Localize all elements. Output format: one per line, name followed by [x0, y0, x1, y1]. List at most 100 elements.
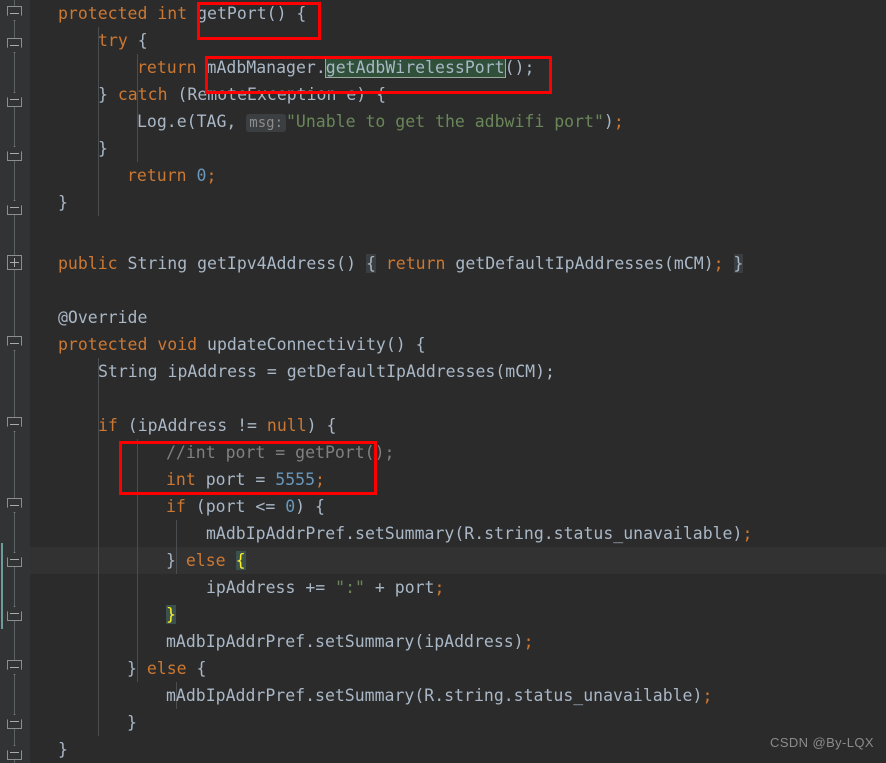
code-line: public String getIpv4Address() { return … — [58, 250, 744, 277]
token-expression: getDefaultIpAddresses(mCM) — [445, 254, 714, 273]
token-usage-highlight: getAdbWirelessPort — [324, 57, 506, 78]
fold-marker-region-end[interactable] — [7, 745, 22, 760]
caret-line-highlight — [30, 547, 886, 574]
token-keyword: void — [157, 335, 198, 354]
code-line: Log.e(TAG, msg: "Unable to get the adbwif… — [137, 108, 624, 135]
token-statement: mAdbIpAddrPref.setSummary(R.string.statu… — [206, 524, 743, 543]
token-brace: } — [98, 85, 118, 104]
token-brace-match-close: } — [733, 254, 744, 273]
token-condition-tail: ) { — [295, 497, 325, 516]
fold-marker-collapse[interactable] — [7, 417, 22, 432]
code-line: String ipAddress = getDefaultIpAddresses… — [98, 358, 555, 385]
token-statement: mAdbIpAddrPref.setSummary(R.string.statu… — [166, 686, 703, 705]
editor-text-area[interactable]: protected int getPort() { try { return m… — [30, 0, 886, 763]
code-line: } else { — [166, 547, 246, 574]
token-brace: } — [127, 713, 137, 732]
code-line: } else { — [127, 655, 207, 682]
token-brace: } — [58, 193, 68, 212]
code-line: } catch (RemoteException e) { — [98, 81, 386, 108]
token-string: "Unable to get the adbwifi port" — [286, 112, 604, 131]
token-string: ":" — [335, 578, 365, 597]
code-line: mAdbIpAddrPref.setSummary(R.string.statu… — [166, 682, 712, 709]
code-line: @Override — [58, 304, 147, 331]
fold-marker-region-end[interactable] — [7, 92, 22, 107]
code-line: protected void updateConnectivity() { — [58, 331, 426, 358]
code-line: ipAddress += ":" + port; — [206, 574, 444, 601]
code-line: protected int getPort() { — [58, 0, 306, 27]
token-method-signature: getPort() { — [197, 4, 307, 23]
code-line: return mAdbManager.getAdbWirelessPort(); — [137, 54, 534, 81]
inlay-parameter-hint: msg: — [246, 114, 286, 132]
matched-block-range-marker — [1, 543, 3, 629]
fold-gutter[interactable] — [0, 0, 30, 763]
code-line: try { — [98, 27, 148, 54]
token-comment: //int port = getPort(); — [166, 443, 395, 462]
fold-marker-region-end[interactable] — [7, 200, 22, 215]
token-statement: String ipAddress = getDefaultIpAddresses… — [98, 362, 555, 381]
code-line: } — [127, 709, 137, 736]
token-catch-params: (RemoteException e) { — [167, 85, 387, 104]
code-line: mAdbIpAddrPref.setSummary(ipAddress); — [166, 628, 534, 655]
token-keyword: try — [98, 31, 128, 50]
code-line: } — [58, 736, 68, 763]
token-keyword: protected — [58, 335, 148, 354]
code-line: } — [58, 189, 68, 216]
token-number: 0 — [285, 497, 296, 516]
fold-marker-region-end[interactable] — [7, 552, 22, 567]
token-keyword: if — [98, 416, 118, 435]
token-semicolon: ; — [613, 112, 624, 131]
token-brace-match-open: { — [365, 254, 376, 273]
token-statement-tail: + port — [364, 578, 435, 597]
code-editor-screenshot: protected int getPort() { try { return m… — [0, 0, 886, 763]
token-keyword: return — [127, 166, 187, 185]
fold-marker-collapse[interactable] — [7, 6, 22, 21]
fold-marker-collapse[interactable] — [7, 498, 22, 513]
fold-marker-collapse[interactable] — [7, 336, 22, 351]
token-brace-match-open: { — [235, 551, 246, 570]
token-statement: mAdbIpAddrPref.setSummary(ipAddress) — [166, 632, 524, 651]
token-call-close: ) — [603, 112, 614, 131]
token-keyword: catch — [117, 85, 168, 104]
code-line: if (ipAddress != null) { — [98, 412, 336, 439]
token-semicolon: ; — [206, 166, 217, 185]
token-brace: } — [58, 740, 68, 759]
token-keyword: int — [157, 4, 188, 23]
token-keyword: else — [146, 659, 187, 678]
fold-marker-region-end[interactable] — [7, 714, 22, 729]
token-receiver: mAdbManager. — [206, 58, 326, 77]
token-keyword: else — [185, 551, 226, 570]
token-brace: } — [127, 659, 147, 678]
code-line: } — [98, 135, 108, 162]
token-keyword: if — [166, 497, 186, 516]
token-keyword: return — [375, 254, 446, 273]
token-condition-tail: ) { — [306, 416, 337, 435]
indent-guide — [98, 27, 99, 216]
token-keyword: return — [137, 58, 197, 77]
fold-marker-expand[interactable] — [7, 255, 22, 270]
watermark: CSDN @By-LQX — [770, 735, 874, 750]
fold-marker-region-end[interactable] — [7, 606, 22, 621]
token-brace-match-close: } — [166, 605, 176, 624]
token-brace: { — [186, 659, 207, 678]
fold-marker-collapse[interactable] — [7, 38, 22, 53]
gutter-rail — [14, 0, 15, 763]
fold-marker-region-end[interactable] — [7, 146, 22, 161]
token-semicolon: ; — [434, 578, 445, 597]
token-log-call: Log.e(TAG, — [137, 112, 247, 131]
token-var-assign: port = — [195, 470, 276, 489]
code-line: mAdbIpAddrPref.setSummary(R.string.statu… — [206, 520, 752, 547]
fold-marker-collapse[interactable] — [7, 660, 22, 675]
token-annotation: @Override — [58, 308, 148, 327]
code-line: } — [166, 601, 176, 628]
token-semicolon: ; — [523, 632, 534, 651]
token-semicolon: ; — [315, 470, 325, 489]
token-number: 0 — [196, 166, 207, 185]
token-statement: ipAddress += — [206, 578, 336, 597]
code-line: int port = 5555; — [166, 466, 325, 493]
indent-guide — [137, 439, 138, 682]
code-line: //int port = getPort(); — [166, 439, 394, 466]
token-keyword: protected — [58, 4, 148, 23]
token-semicolon: ; — [742, 524, 753, 543]
